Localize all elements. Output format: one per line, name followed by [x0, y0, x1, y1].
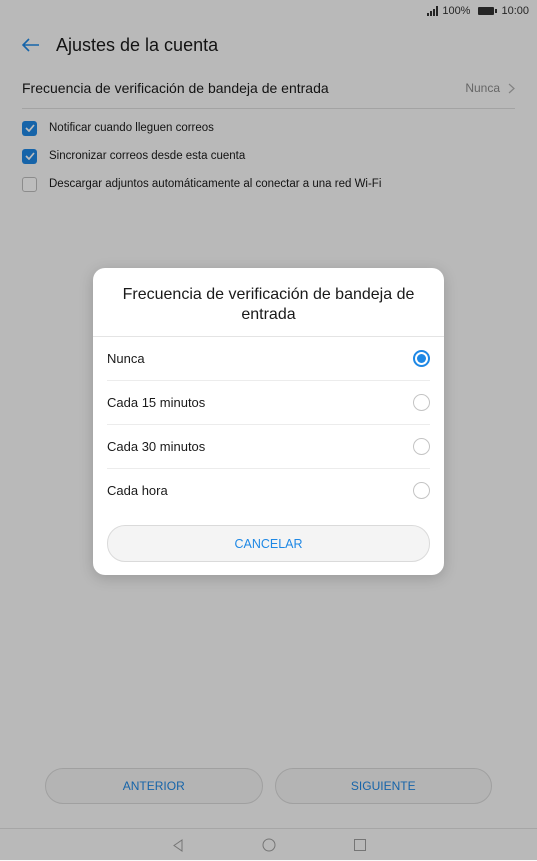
option-15-min[interactable]: Cada 15 minutos [107, 381, 430, 425]
option-30-min[interactable]: Cada 30 minutos [107, 425, 430, 469]
dialog-options: Nunca Cada 15 minutos Cada 30 minutos Ca… [93, 336, 444, 512]
radio-unselected[interactable] [413, 394, 430, 411]
cancel-button[interactable]: CANCELAR [107, 525, 430, 562]
option-nunca[interactable]: Nunca [107, 337, 430, 381]
option-hourly[interactable]: Cada hora [107, 469, 430, 512]
frequency-dialog: Frecuencia de verificación de bandeja de… [93, 268, 444, 575]
option-label: Nunca [107, 351, 145, 366]
option-label: Cada 30 minutos [107, 439, 206, 454]
option-label: Cada hora [107, 483, 168, 498]
option-label: Cada 15 minutos [107, 395, 206, 410]
radio-selected[interactable] [413, 350, 430, 367]
radio-unselected[interactable] [413, 438, 430, 455]
radio-unselected[interactable] [413, 482, 430, 499]
dialog-title: Frecuencia de verificación de bandeja de… [122, 286, 415, 323]
